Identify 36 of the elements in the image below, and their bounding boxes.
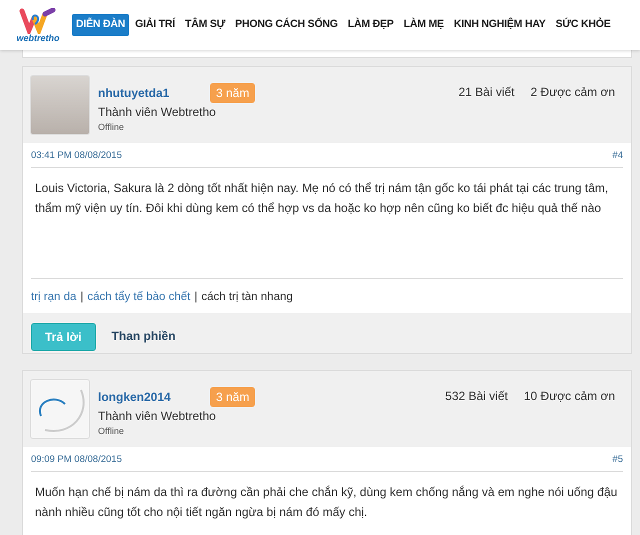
post-body: Muốn hạn chế bị nám da thì ra đường cần phải che chắn kỹ, dùng kem chống nắng và em nghe nói uống đậu nành nhiều cũng tốt cho nội tiết ngăn ngừa bị nám đó mấy chị. <box>34 484 618 521</box>
report-button[interactable]: Than phiền <box>104 322 184 348</box>
post-body: Louis Victoria, Sakura là 2 dòng tốt nhất hiện nay. Mẹ nó có thể trị nám tận gốc ko tái phát tại các trung tâm, thẩm mỹ viện uy tín. Đôi khi dùng kem có thể hợp vs da hoặc ko hợp nên cũng ko biết đc hiệu quả thế nào <box>34 180 610 218</box>
username-link[interactable]: nhutuyetda1 <box>98 84 210 102</box>
signature-text: cách trị tàn nhang <box>201 290 293 306</box>
post-time: 03:41 PM 08/08/2015 <box>31 149 122 163</box>
avatar-logo <box>30 378 90 438</box>
member-role: Thành viên Webtretho <box>98 104 217 121</box>
online-status: Offline <box>98 121 125 134</box>
signature-link[interactable]: cách tẩy tế bào chết <box>87 289 190 306</box>
photo-placeholder <box>30 75 90 135</box>
nav-tab[interactable]: KINH NGHIỆM HAY <box>450 14 550 36</box>
username-link[interactable]: longken2014 <box>98 388 210 406</box>
signature-link[interactable]: trị rạn da <box>31 289 76 306</box>
nav-tab[interactable]: GIẢI TRÍ <box>131 14 179 36</box>
separator: | <box>194 290 198 306</box>
separator: | <box>80 290 84 306</box>
post-number-link[interactable]: #5 <box>612 452 623 467</box>
thanks-count: 2 Được cảm ơn <box>530 84 615 101</box>
membership-badge: 3 năm <box>210 83 256 103</box>
thanks-count: 10 Được cảm ơn <box>524 388 615 404</box>
nav-tab[interactable]: SỨC KHỎE <box>552 14 615 36</box>
nav-tab[interactable]: DIỄN ĐÀN <box>72 14 130 36</box>
nav-tab[interactable]: TÂM SỰ <box>180 14 230 36</box>
member-role: Thành viên Webtretho <box>98 408 217 424</box>
post-number-link[interactable]: #4 <box>612 149 623 164</box>
online-status: Offline <box>98 424 125 438</box>
post-count: 532 Bài viết <box>445 388 508 404</box>
post-time: 09:09 PM 08/08/2015 <box>31 452 122 466</box>
post-count: 21 Bài viết <box>458 84 515 101</box>
nav-tab[interactable]: LÀM MẸ <box>400 14 448 36</box>
nav-tab[interactable]: PHONG CÁCH SỐNG <box>231 14 342 36</box>
logo-text[interactable]: webtretho <box>16 34 60 42</box>
logo-icon <box>19 8 57 34</box>
membership-badge: 3 năm <box>210 386 256 406</box>
nav-tab[interactable]: LÀM ĐẸP <box>344 14 398 36</box>
